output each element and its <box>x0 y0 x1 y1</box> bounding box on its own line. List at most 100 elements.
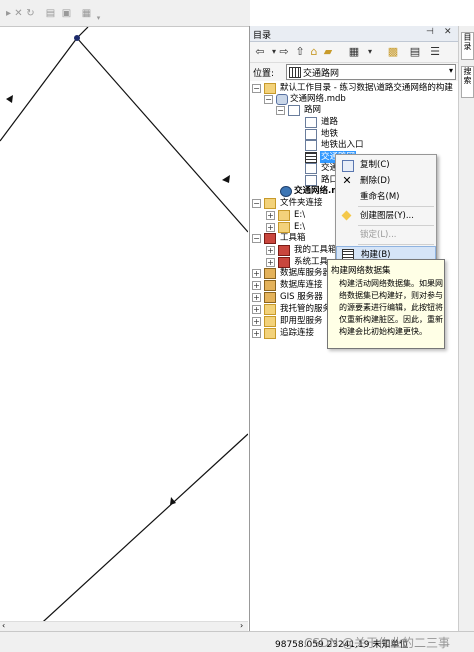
expand-icon[interactable]: + <box>252 293 261 302</box>
tree-item-label: 我的工具箱 <box>294 245 337 255</box>
tree-item-label: 数据库连接 <box>280 280 323 290</box>
menu-item-create-layer[interactable]: 创建图层(Y)... <box>336 208 436 224</box>
collapse-icon[interactable]: − <box>252 84 261 93</box>
location-combobox[interactable]: 交通路网 ▾ <box>286 64 456 80</box>
globe-icon <box>280 186 292 197</box>
menu-item-label: 创建图层(Y)... <box>360 211 414 221</box>
location-row: 位置: 交通路网 ▾ <box>250 63 458 81</box>
tab-catalog-label: 目录 <box>463 33 472 51</box>
menu-separator <box>358 225 434 226</box>
delete-icon: ✕ <box>342 174 352 187</box>
direction-arrow <box>6 95 13 103</box>
expand-icon[interactable]: + <box>252 317 261 326</box>
watermark: CSDN @关于作业的二三事 <box>304 636 451 650</box>
back-icon[interactable]: ⇦ <box>253 45 267 59</box>
tooltip-body: 构建活动网络数据集。如果网络数据集已构建好，则对参与的源要素进行编辑，此按钮将仅… <box>339 279 443 336</box>
list-icon[interactable]: ☰ <box>428 45 442 59</box>
menu-item-delete[interactable]: ✕ 删除(D) <box>336 173 436 189</box>
location-label: 位置: <box>253 69 275 79</box>
menu-separator <box>358 206 434 207</box>
direction-arrow <box>222 175 230 183</box>
main-toolbar: ▸ ✕ ↻ ▤ ▣ ▦ ▾ <box>0 0 250 27</box>
feature-dataset-icon <box>288 105 300 116</box>
expand-icon[interactable]: + <box>252 305 261 314</box>
menu-separator <box>358 244 434 245</box>
location-value: 交通路网 <box>303 69 340 79</box>
tracking-connection-icon <box>264 328 276 339</box>
tooltip-title: 构建网络数据集 <box>331 266 391 276</box>
up-folder-icon[interactable]: ⇧ <box>293 45 307 59</box>
menu-item-lock[interactable]: 锁定(L)... <box>336 227 436 243</box>
ready-services-icon <box>264 316 276 327</box>
status-bar: 98758.059 23241.19 未知单位 CSDN @关于作业的二三事 <box>0 631 474 652</box>
collapse-icon[interactable]: − <box>252 199 261 208</box>
tree-item-label: GIS 服务器 <box>280 292 323 302</box>
tree-item-label: 工具箱 <box>280 233 306 243</box>
point-feature-class-icon <box>305 163 317 174</box>
database-connection-icon <box>264 280 276 291</box>
network-dataset-icon <box>289 67 301 78</box>
scroll-right-icon[interactable]: › <box>240 621 243 630</box>
menu-item-label: 重命名(M) <box>360 192 400 202</box>
tab-search-label: 搜索 <box>463 67 472 85</box>
collapse-icon[interactable]: − <box>264 95 273 104</box>
expand-icon[interactable]: + <box>252 329 261 338</box>
tree-item-label: 追踪连接 <box>280 328 315 338</box>
folder-icon <box>278 210 290 221</box>
new-folder-icon[interactable]: ▩ <box>386 45 400 59</box>
scroll-left-icon[interactable]: ‹ <box>2 621 5 630</box>
network-lines <box>0 26 249 632</box>
toolbox-icon <box>264 233 276 244</box>
layer-icon <box>341 210 352 221</box>
map-canvas[interactable] <box>0 26 249 632</box>
folder-connection-icon <box>264 198 276 209</box>
collapse-icon[interactable]: − <box>252 234 261 243</box>
forward-icon[interactable]: ⇨ <box>277 45 291 59</box>
table-icon[interactable]: ▤ <box>44 7 57 20</box>
tree-item-label: 我托管的服务 <box>280 304 332 314</box>
expand-icon[interactable]: + <box>252 281 261 290</box>
point-feature-class-icon <box>305 140 317 151</box>
menu-item-label: 锁定(L)... <box>360 230 397 240</box>
pin-icon[interactable]: ⊣ <box>426 27 434 37</box>
line-feature-class-icon <box>305 117 317 128</box>
view-dropdown-icon[interactable]: ▾ <box>363 45 377 59</box>
tab-catalog[interactable]: 目录 <box>461 32 474 60</box>
image-icon[interactable]: ▣ <box>60 7 73 20</box>
view-icon[interactable]: ▦ <box>347 45 361 59</box>
expand-icon[interactable]: + <box>252 269 261 278</box>
network-junction[interactable] <box>74 35 80 41</box>
tree-item-label: 交通网络.m <box>294 186 341 196</box>
toolbar-overflow-icon[interactable]: ▾ <box>92 12 105 25</box>
options-icon[interactable]: ▤ <box>408 45 422 59</box>
expand-icon[interactable]: + <box>266 246 275 255</box>
database-server-icon <box>264 268 276 279</box>
collapse-icon[interactable]: − <box>276 106 285 115</box>
connect-folder-icon[interactable]: ▰ <box>321 45 335 59</box>
expand-icon[interactable]: + <box>266 258 275 267</box>
menu-item-rename[interactable]: 重命名(M) <box>336 189 436 205</box>
tree-item-label: E:\ <box>294 210 306 220</box>
menu-item-copy[interactable]: 复制(C) <box>336 157 436 173</box>
line-feature-class-icon <box>305 129 317 140</box>
tab-search[interactable]: 搜索 <box>461 66 474 98</box>
tree-item-label: 地铁出入口 <box>321 140 364 150</box>
menu-item-label: 删除(D) <box>360 176 391 186</box>
copy-icon <box>342 160 354 172</box>
context-menu: 复制(C) ✕ 删除(D) 重命名(M) 创建图层(Y)... 锁定(L)...… <box>335 154 437 268</box>
catalog-title-bar: 目录 ⊣ ✕ <box>250 26 458 42</box>
home-folder-icon <box>264 83 276 94</box>
database-icon <box>276 94 288 105</box>
chevron-down-icon[interactable]: ▾ <box>449 66 453 75</box>
refresh-icon[interactable]: ↻ <box>24 7 37 20</box>
tooltip: 构建网络数据集 构建活动网络数据集。如果网络数据集已构建好，则对参与的源要素进行… <box>327 259 445 349</box>
tree-item-label: 文件夹连接 <box>280 198 323 208</box>
expand-icon[interactable]: + <box>266 223 275 232</box>
gis-server-icon <box>264 292 276 303</box>
home-icon[interactable]: ⌂ <box>307 45 321 59</box>
hosted-services-icon <box>264 304 276 315</box>
tree-item-label: 数据库服务器 <box>280 268 332 278</box>
close-icon[interactable]: ✕ <box>444 27 452 37</box>
expand-icon[interactable]: + <box>266 211 275 220</box>
catalog-toolbar: ⇦ ▾ ⇨ ⇧ ⌂ ▰ ▦ ▾ ▩ ▤ ☰ <box>250 42 458 63</box>
